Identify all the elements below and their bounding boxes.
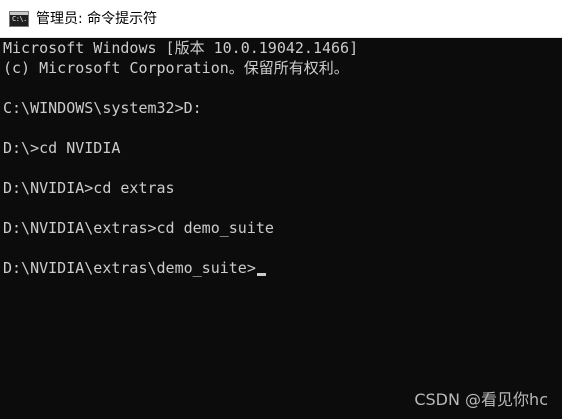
window-title: 管理员: 命令提示符 bbox=[36, 11, 158, 27]
console-line: (c) Microsoft Corporation。保留所有权利。 bbox=[3, 59, 349, 77]
command-prompt-window: C:\. 管理员: 命令提示符 Microsoft Windows [版本 10… bbox=[0, 0, 562, 419]
console-line: D:\NVIDIA\extras>cd demo_suite bbox=[3, 219, 274, 237]
text-cursor bbox=[256, 273, 266, 276]
console-output[interactable]: Microsoft Windows [版本 10.0.19042.1466] (… bbox=[3, 38, 559, 278]
console-line: D:\NVIDIA>cd extras bbox=[3, 179, 175, 197]
console-prompt-line[interactable]: D:\NVIDIA\extras\demo_suite> bbox=[3, 258, 559, 278]
console-line: Microsoft Windows [版本 10.0.19042.1466] bbox=[3, 39, 359, 57]
console-line: C:\WINDOWS\system32>D: bbox=[3, 99, 202, 117]
watermark: CSDN @看见你hc bbox=[414, 390, 548, 409]
console-prompt: D:\NVIDIA\extras\demo_suite> bbox=[3, 259, 256, 277]
console-icon-glyph: C:\. bbox=[12, 15, 27, 23]
title-bar[interactable]: C:\. 管理员: 命令提示符 bbox=[0, 0, 562, 38]
console-line: D:\>cd NVIDIA bbox=[3, 139, 121, 157]
console-icon[interactable]: C:\. bbox=[9, 11, 29, 27]
